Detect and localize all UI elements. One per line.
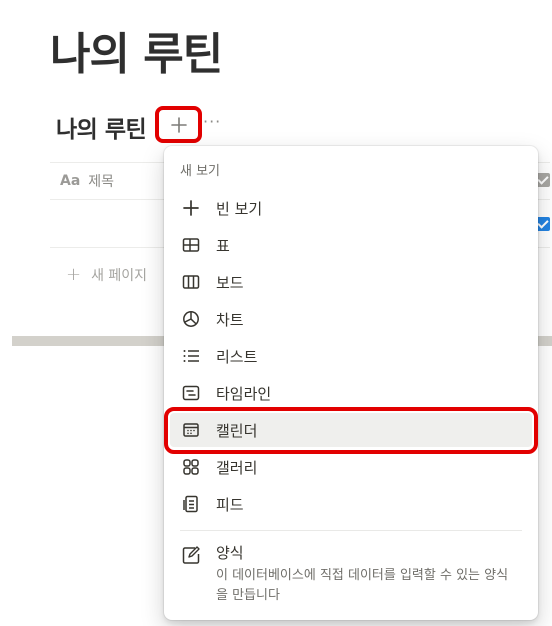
view-option-gallery[interactable]: 갤러리 <box>170 450 532 484</box>
column-header-label: 제목 <box>88 174 115 190</box>
plus-icon <box>168 114 190 136</box>
view-option-label: 갤러리 <box>216 458 258 477</box>
menu-divider <box>180 530 522 531</box>
view-option-label: 차트 <box>216 310 244 329</box>
chart-icon <box>180 308 202 330</box>
view-option-label: 피드 <box>216 495 244 514</box>
plus-icon: + <box>66 264 82 285</box>
checkbox-column-icon <box>536 173 550 187</box>
view-option-feed[interactable]: 피드 <box>170 487 532 521</box>
timeline-icon <box>180 382 202 404</box>
plus-icon <box>180 197 202 219</box>
view-option-label: 빈 보기 <box>216 199 263 218</box>
view-option-empty[interactable]: 빈 보기 <box>170 191 532 225</box>
view-option-table[interactable]: 표 <box>170 228 532 262</box>
list-icon <box>180 345 202 367</box>
new-page-label: 새 페이지 <box>91 267 148 284</box>
page-title: 나의 루틴 <box>50 29 223 80</box>
board-icon <box>180 271 202 293</box>
table-icon <box>180 234 202 256</box>
view-option-calendar[interactable]: 캘린더 <box>170 413 532 447</box>
form-option-description: 이 데이터베이스에 직접 데이터를 입력할 수 있는 양식을 만듭니다 <box>216 568 509 603</box>
row-checkbox[interactable] <box>536 217 550 231</box>
view-option-label: 리스트 <box>216 347 258 366</box>
feed-icon <box>180 493 202 515</box>
view-option-form[interactable]: 양식 이 데이터베이스에 직접 데이터를 입력할 수 있는 양식을 만듭니다 <box>170 536 532 606</box>
form-option-label: 양식 <box>216 544 244 562</box>
form-icon <box>180 544 202 566</box>
database-title[interactable]: 나의 루틴 <box>56 110 147 144</box>
calendar-icon <box>180 419 202 441</box>
gallery-icon <box>180 456 202 478</box>
view-option-chart[interactable]: 차트 <box>170 302 532 336</box>
view-option-label: 표 <box>216 236 230 255</box>
more-options-button[interactable]: ··· <box>203 112 221 131</box>
view-option-label: 캘린더 <box>216 421 258 440</box>
database-title-row: 나의 루틴 <box>56 110 147 144</box>
view-option-label: 타임라인 <box>216 384 272 403</box>
view-option-list[interactable]: 리스트 <box>170 339 532 373</box>
view-option-board[interactable]: 보드 <box>170 265 532 299</box>
column-header-title[interactable]: Aa 제목 <box>60 171 114 191</box>
text-property-icon: Aa <box>60 173 81 189</box>
view-option-timeline[interactable]: 타임라인 <box>170 376 532 410</box>
new-view-menu: 새 보기 빈 보기 표 보드 차트 리스트 타임라인 캘린더 갤러리 피드 양식… <box>164 146 538 620</box>
view-option-label: 보드 <box>216 273 244 292</box>
add-view-button[interactable] <box>155 106 202 143</box>
new-page-button[interactable]: + 새 페이지 <box>66 264 147 285</box>
menu-header: 새 보기 <box>180 164 221 179</box>
